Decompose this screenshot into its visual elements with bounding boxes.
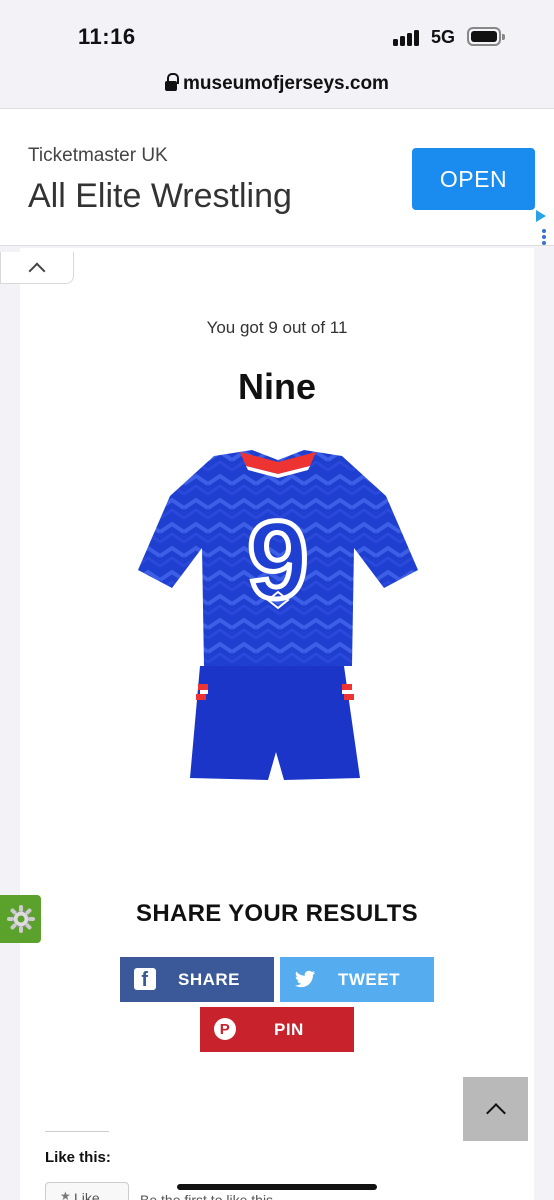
battery-icon (467, 27, 505, 46)
network-label: 5G (431, 27, 456, 47)
like-heading: Like this: (45, 1149, 111, 1166)
result-title: Nine (237, 366, 316, 407)
star-icon: ★ (60, 1189, 71, 1200)
score-text: You got 9 out of 11 (206, 318, 348, 337)
gear-icon (6, 905, 35, 933)
like-first-text: Be the first to like this. (140, 1192, 277, 1200)
home-indicator[interactable] (177, 1184, 377, 1190)
chevron-up-icon (28, 262, 46, 279)
facebook-share-label: SHARE (178, 970, 241, 989)
back-to-top-button[interactable] (463, 1077, 528, 1141)
url-text: museumofjerseys.com (183, 73, 389, 94)
address-bar[interactable]: museumofjerseys.com (0, 62, 554, 106)
pinterest-icon: P (214, 1018, 236, 1040)
settings-widget[interactable] (0, 895, 41, 943)
share-heading: SHARE YOUR RESULTS (136, 900, 418, 927)
lock-icon (165, 73, 180, 93)
twitter-tweet-button[interactable]: TWEET (280, 957, 434, 1002)
football-kit-image: 9 (138, 450, 418, 780)
like-divider (45, 1131, 109, 1132)
ad-title[interactable]: All Elite Wrestling (28, 177, 292, 216)
signal-icon (393, 28, 423, 46)
twitter-tweet-label: TWEET (338, 970, 400, 989)
status-time: 11:16 (78, 24, 136, 49)
twitter-icon (294, 970, 316, 988)
pinterest-pin-label: PIN (274, 1020, 304, 1039)
ad-menu-icon[interactable] (542, 229, 546, 245)
ad-open-button[interactable]: OPEN (412, 148, 535, 210)
status-bar: 11:16 5G (0, 0, 554, 62)
facebook-icon: f (134, 968, 156, 990)
like-button[interactable]: Like (45, 1182, 129, 1200)
facebook-share-button[interactable]: f SHARE (120, 957, 274, 1002)
collapse-ad-button[interactable] (0, 252, 74, 284)
ad-advertiser: Ticketmaster UK (28, 145, 168, 166)
chevron-up-icon (485, 1103, 506, 1123)
kit-number: 9 (247, 499, 308, 622)
ad-choices-icon[interactable] (534, 209, 548, 223)
ad-banner[interactable]: Ticketmaster UK All Elite Wrestling OPEN (0, 108, 554, 246)
pinterest-pin-button[interactable]: P PIN (200, 1007, 354, 1052)
